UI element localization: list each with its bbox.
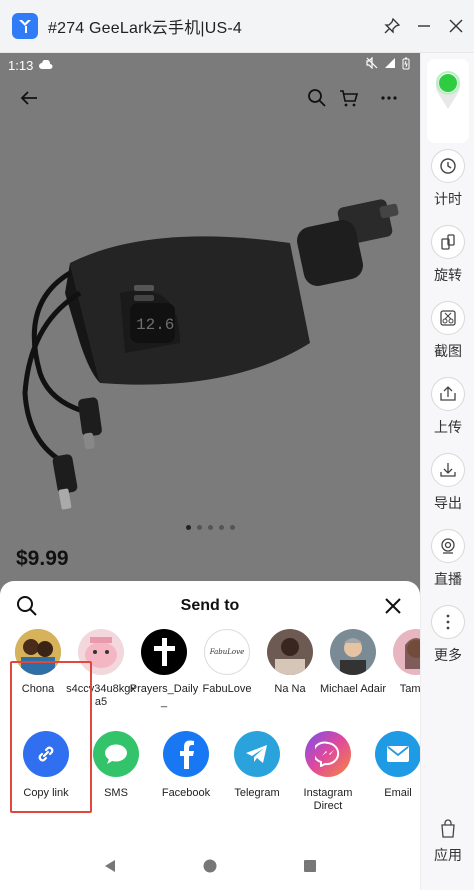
sidebar-item-apps[interactable]: 应用 bbox=[421, 819, 474, 865]
avatar: FabuLove bbox=[204, 629, 250, 675]
carousel-dot[interactable] bbox=[229, 525, 235, 530]
sidebar-item-label: 截图 bbox=[434, 344, 462, 360]
share-sheet-header: Send to bbox=[0, 581, 420, 629]
avatar bbox=[141, 629, 187, 675]
share-label: Instagram Direct bbox=[303, 787, 353, 812]
upload-icon bbox=[440, 386, 456, 401]
product-image[interactable]: 12.6 bbox=[10, 193, 410, 533]
bag-icon bbox=[441, 819, 455, 838]
sidebar-item-more[interactable]: 更多 bbox=[421, 605, 474, 665]
sidebar-item-rotate[interactable]: 旋转 bbox=[421, 225, 474, 285]
download-icon bbox=[440, 463, 456, 477]
window-titlebar: #274 GeeLark云手机|US-4 bbox=[0, 0, 474, 53]
copy-link-button[interactable]: Copy link bbox=[9, 731, 83, 800]
nav-home-icon[interactable] bbox=[202, 858, 218, 874]
cart-icon[interactable] bbox=[334, 83, 364, 113]
close-window-icon[interactable] bbox=[446, 14, 466, 38]
contact-name: Tamac bbox=[399, 683, 420, 695]
window-title: #274 GeeLark云手机|US-4 bbox=[48, 20, 243, 37]
minimize-icon[interactable] bbox=[414, 14, 434, 38]
carousel-dot[interactable] bbox=[207, 525, 213, 530]
email-icon bbox=[375, 731, 420, 777]
nav-recents-icon[interactable] bbox=[302, 858, 318, 874]
nav-back-icon[interactable] bbox=[102, 858, 118, 874]
sidebar-item-label: 旋转 bbox=[434, 268, 462, 284]
avatar bbox=[267, 629, 313, 675]
camera-icon bbox=[441, 538, 455, 554]
pin-icon[interactable] bbox=[382, 14, 402, 38]
phone-screen: 1:13 12.6 $9.99 Send to Chona s4ccv34u8k… bbox=[0, 53, 420, 890]
share-label: Copy link bbox=[23, 787, 69, 799]
share-label: SMS bbox=[104, 787, 128, 799]
product-app-bar bbox=[0, 83, 420, 119]
search-icon[interactable] bbox=[302, 83, 332, 113]
telegram-icon bbox=[234, 731, 280, 777]
sidebar-item-label: 上传 bbox=[434, 420, 462, 436]
geelark-logo-icon bbox=[12, 13, 38, 39]
clock-icon bbox=[440, 158, 456, 174]
email-button[interactable]: Email bbox=[361, 731, 420, 800]
share-label: Telegram bbox=[234, 787, 280, 799]
sidebar-item-export[interactable]: 导出 bbox=[421, 453, 474, 513]
share-targets: Copy link SMS Facebook Telegram Instagra… bbox=[0, 731, 420, 821]
facebook-icon bbox=[163, 731, 209, 777]
carousel-dot[interactable] bbox=[218, 525, 224, 530]
back-arrow-icon[interactable] bbox=[14, 83, 44, 113]
sms-button[interactable]: SMS bbox=[79, 731, 153, 800]
link-icon bbox=[23, 731, 69, 777]
sidebar-item-timer[interactable]: 计时 bbox=[421, 149, 474, 209]
device-sidebar: 计时 旋转 截图 上传 导出 直播 更多 应用 bbox=[420, 53, 474, 890]
share-label: Facebook bbox=[161, 787, 211, 799]
instagram-direct-button[interactable]: Instagram Direct bbox=[291, 731, 365, 813]
share-label: Email bbox=[384, 787, 412, 799]
carousel-indicator bbox=[0, 525, 420, 530]
sidebar-item-label: 应用 bbox=[434, 848, 462, 864]
battery-icon bbox=[402, 57, 410, 70]
sidebar-item-upload[interactable]: 上传 bbox=[421, 377, 474, 437]
status-time: 1:13 bbox=[8, 57, 34, 73]
carousel-dot[interactable] bbox=[185, 525, 191, 530]
sidebar-item-label: 更多 bbox=[434, 648, 462, 664]
contact-list: Chona s4ccv34u8kgxa5 Prayers_Daily_ Fabu… bbox=[0, 629, 420, 715]
device-status-indicator[interactable] bbox=[427, 59, 469, 143]
avatar bbox=[330, 629, 376, 675]
rotate-icon bbox=[441, 234, 455, 250]
sidebar-item-label: 计时 bbox=[434, 192, 462, 208]
cloud-icon bbox=[39, 60, 53, 69]
more-icon bbox=[446, 614, 450, 630]
avatar bbox=[393, 629, 420, 675]
sidebar-item-label: 直播 bbox=[434, 572, 462, 588]
facebook-button[interactable]: Facebook bbox=[149, 731, 223, 800]
avatar bbox=[15, 629, 61, 675]
sms-icon bbox=[93, 731, 139, 777]
product-price: $9.99 bbox=[16, 547, 69, 570]
telegram-button[interactable]: Telegram bbox=[220, 731, 294, 800]
android-nav-bar bbox=[0, 842, 420, 890]
sidebar-item-screenshot[interactable]: 截图 bbox=[421, 301, 474, 361]
mute-icon bbox=[366, 57, 378, 69]
svg-text:12.6: 12.6 bbox=[136, 316, 174, 334]
avatar bbox=[78, 629, 124, 675]
close-icon[interactable] bbox=[378, 591, 408, 621]
messenger-icon bbox=[305, 731, 351, 777]
carousel-dot[interactable] bbox=[196, 525, 202, 530]
share-sheet: Send to Chona s4ccv34u8kgxa5 Prayers_Dai… bbox=[0, 581, 420, 890]
status-bar: 1:13 bbox=[0, 53, 420, 77]
share-sheet-title: Send to bbox=[180, 597, 240, 614]
contact-item[interactable]: Tamac bbox=[379, 629, 420, 696]
sidebar-item-live[interactable]: 直播 bbox=[421, 529, 474, 589]
signal-icon bbox=[385, 58, 395, 68]
avatar-logo-text: FabuLove bbox=[209, 648, 245, 656]
more-options-icon[interactable] bbox=[374, 83, 404, 113]
screenshot-icon bbox=[440, 310, 456, 326]
sidebar-item-label: 导出 bbox=[434, 496, 462, 512]
